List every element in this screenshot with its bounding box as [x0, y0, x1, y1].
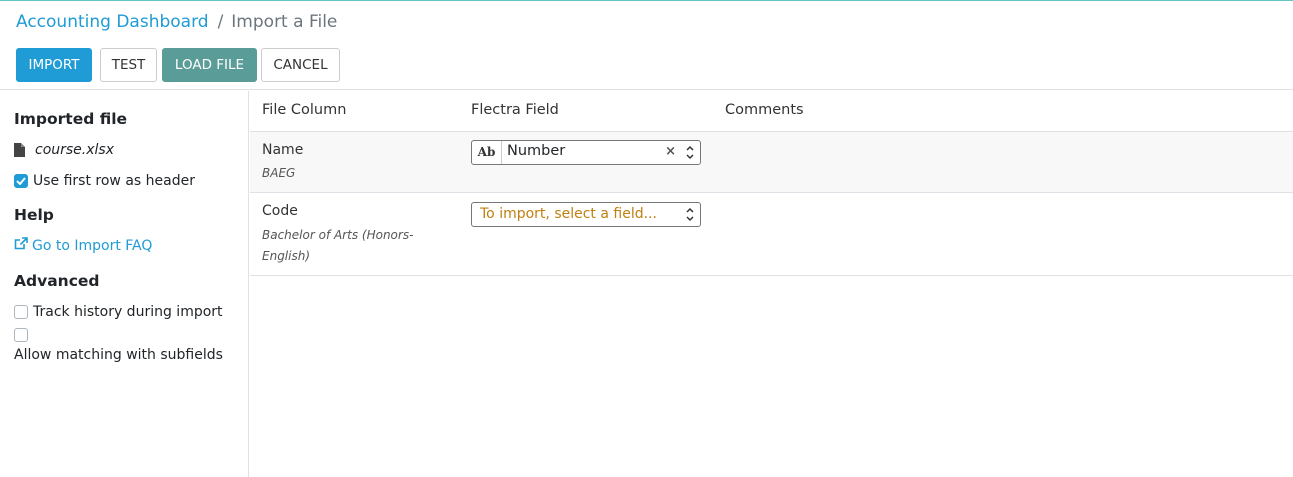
control-panel: Accounting Dashboard / Import a File IMPOR…	[0, 0, 1293, 90]
advanced-heading: Advanced	[14, 272, 100, 290]
breadcrumb: Accounting Dashboard / Import a File	[16, 10, 337, 34]
allow-matching-checkbox[interactable]	[14, 328, 28, 342]
test-button[interactable]: TEST	[100, 48, 157, 82]
field-select-placeholder: To import, select a field...	[480, 206, 657, 222]
table-row: Name BAEG Ab Number ×	[250, 132, 1293, 193]
use-first-row-label[interactable]: Use first row as header	[33, 173, 195, 189]
column-mapping-table: File Column Flectra Field Comments Name …	[250, 91, 1293, 477]
file-column-sample: Bachelor of Arts (Honors-English)	[262, 228, 414, 263]
import-button[interactable]: IMPORT	[16, 48, 92, 82]
select-arrows-icon	[686, 207, 694, 226]
breadcrumb-separator: /	[217, 12, 224, 32]
imported-file: course.xlsx	[14, 142, 114, 158]
import-faq-label[interactable]: Go to Import FAQ	[32, 238, 152, 254]
header-flectra-field: Flectra Field	[471, 102, 559, 118]
header-comments: Comments	[725, 102, 804, 118]
field-select[interactable]: To import, select a field...	[471, 202, 701, 227]
file-column-name: Name	[262, 142, 304, 158]
table-header: File Column Flectra Field Comments	[250, 91, 1293, 132]
header-file-column: File Column	[262, 102, 347, 118]
checkmark-icon	[16, 177, 26, 185]
file-name: course.xlsx	[35, 142, 115, 158]
help-heading: Help	[14, 206, 54, 224]
use-first-row-checkbox[interactable]	[14, 174, 28, 188]
field-select[interactable]: Ab Number ×	[471, 140, 701, 165]
toolbar: IMPORT TEST LOAD FILE CANCEL	[16, 48, 340, 82]
field-type-icon: Ab	[472, 141, 502, 164]
import-options-sidebar: Imported file course.xlsx Use first row …	[0, 91, 249, 477]
clear-icon[interactable]: ×	[665, 144, 676, 159]
cancel-button[interactable]: CANCEL	[261, 48, 340, 82]
allow-matching-label[interactable]: Allow matching with subfields	[14, 347, 223, 363]
track-history-checkbox[interactable]	[14, 305, 28, 319]
file-icon	[14, 143, 25, 157]
file-column-sample: BAEG	[262, 166, 296, 180]
select-arrows-icon	[686, 145, 694, 164]
file-column-name: Code	[262, 203, 298, 219]
external-link-icon	[14, 237, 28, 254]
use-first-row-option: Use first row as header	[14, 173, 195, 189]
track-history-label[interactable]: Track history during import	[33, 304, 223, 320]
track-history-option: Track history during import	[14, 304, 223, 320]
imported-file-heading: Imported file	[14, 110, 128, 128]
load-file-button[interactable]: LOAD FILE	[162, 48, 257, 82]
import-faq-link[interactable]: Go to Import FAQ	[14, 237, 152, 254]
breadcrumb-current: Import a File	[231, 12, 338, 32]
table-row: Code Bachelor of Arts (Honors-English) T…	[250, 193, 1293, 276]
breadcrumb-accounting-dashboard[interactable]: Accounting Dashboard	[16, 12, 209, 32]
field-select-value: Number	[507, 143, 566, 159]
